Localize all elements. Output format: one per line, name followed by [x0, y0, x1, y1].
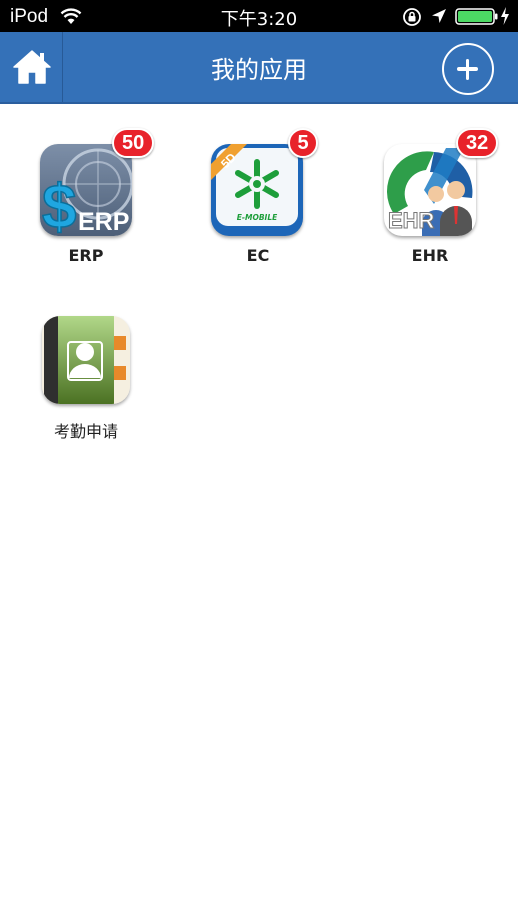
add-app-button[interactable] — [442, 43, 494, 95]
ec-notification-badge: 5 — [288, 128, 318, 158]
svg-text:$: $ — [42, 173, 76, 236]
attendance-app-label: 考勤申请 — [53, 422, 118, 441]
ehr-icon-text: EHR — [388, 208, 435, 233]
charging-bolt-icon — [501, 7, 509, 25]
ec-app-label: EC — [246, 246, 270, 265]
ehr-notification-badge: 32 — [456, 128, 499, 158]
ehr-app-icon[interactable]: EHR — [384, 144, 476, 236]
ehr-app-label: EHR — [411, 246, 449, 265]
status-bar: iPod 下午3:20 — [0, 0, 518, 32]
attendance-app-icon[interactable] — [42, 316, 130, 404]
erp-icon-text: ERP — [78, 208, 129, 236]
location-arrow-icon — [432, 9, 446, 23]
ec-icon-text: E-MOBILE — [237, 213, 278, 222]
battery-icon — [455, 8, 498, 25]
erp-app-label: ERP — [68, 246, 104, 265]
erp-notification-badge: 50 — [112, 128, 155, 158]
page-title: 我的应用 — [211, 56, 307, 84]
rotation-lock-icon — [403, 8, 421, 26]
erp-app-icon[interactable]: $ ERP — [40, 144, 132, 236]
nav-bar: 我的应用 — [0, 32, 518, 104]
ec-app-icon[interactable]: E-MOBILE 5D — [211, 144, 303, 236]
